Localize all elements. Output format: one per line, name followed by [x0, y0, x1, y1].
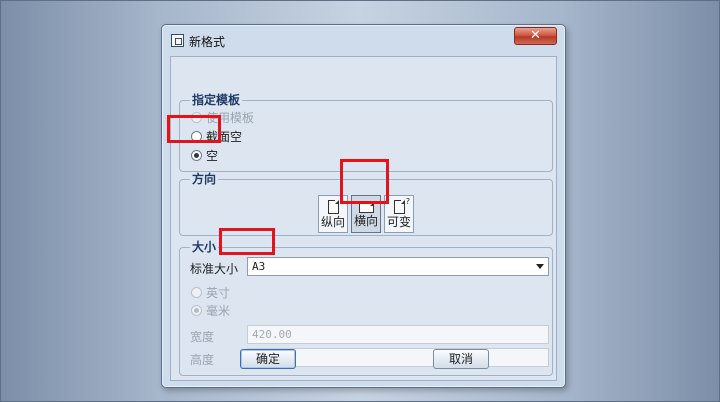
cancel-button[interactable]: 取消 [433, 349, 489, 369]
standard-size-value: A3 [252, 260, 266, 273]
title-bar[interactable]: 新格式 ✕ [162, 25, 565, 55]
radio-label: 毫米 [206, 304, 231, 318]
landscape-page-icon [358, 202, 374, 213]
height-label: 高度 [190, 353, 215, 367]
radio-circle [191, 131, 202, 142]
radio-section-empty[interactable]: 截面空 [191, 128, 242, 145]
standard-size-select[interactable]: A3 [247, 257, 549, 276]
close-button[interactable]: ✕ [514, 27, 557, 45]
template-group: 指定模板 使用模板 截面空 空 [179, 93, 553, 172]
variable-page-icon [393, 200, 405, 214]
template-group-title: 指定模板 [190, 93, 243, 107]
portrait-button[interactable]: 纵向 [318, 195, 348, 233]
dialog-body: 指定模板 使用模板 截面空 空 方向 纵向 横向 ? 可变 大小 标准大小 A3… [170, 56, 557, 381]
chevron-down-icon[interactable] [536, 264, 544, 269]
landscape-label: 横向 [353, 214, 378, 228]
standard-size-label: 标准大小 [190, 262, 239, 276]
radio-circle [191, 112, 202, 123]
ok-button[interactable]: 确定 [240, 349, 296, 369]
radio-mm[interactable]: 毫米 [191, 302, 230, 319]
radio-use-template[interactable]: 使用模板 [191, 109, 254, 126]
radio-inch[interactable]: 英寸 [191, 284, 230, 301]
radio-circle [191, 287, 202, 298]
variable-button[interactable]: ? 可变 [384, 195, 414, 233]
orientation-group-title: 方向 [190, 172, 219, 186]
portrait-label: 纵向 [320, 215, 345, 229]
radio-label: 截面空 [206, 130, 243, 144]
radio-empty[interactable]: 空 [191, 147, 218, 164]
radio-circle [191, 305, 202, 316]
radio-circle [191, 150, 202, 161]
size-group: 大小 标准大小 A3 英寸 毫米 宽度 420.00 高度 297.00 [179, 240, 553, 376]
app-icon [171, 34, 184, 47]
radio-label: 空 [206, 149, 219, 163]
portrait-page-icon [327, 200, 339, 214]
orientation-group: 方向 纵向 横向 ? 可变 [179, 172, 553, 236]
dialog-title: 新格式 [189, 35, 226, 49]
size-group-title: 大小 [190, 240, 219, 254]
width-field[interactable]: 420.00 [247, 325, 549, 344]
radio-label: 使用模板 [206, 111, 255, 125]
radio-label: 英寸 [206, 286, 231, 300]
landscape-button[interactable]: 横向 [351, 195, 381, 233]
question-icon: ? [405, 197, 410, 206]
variable-label: 可变 [386, 215, 411, 229]
width-label: 宽度 [190, 330, 215, 344]
new-format-dialog: 新格式 ✕ 指定模板 使用模板 截面空 空 方向 纵向 横向 ? 可变 大小 标… [161, 24, 566, 388]
